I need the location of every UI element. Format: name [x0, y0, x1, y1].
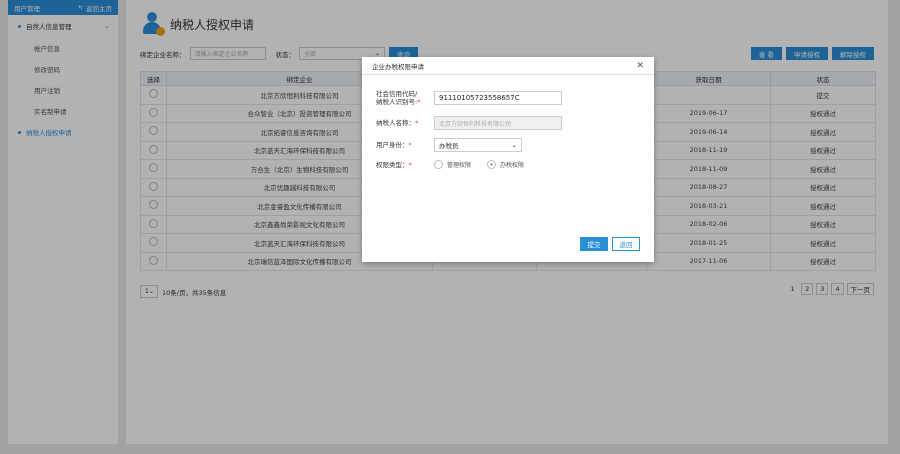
- submit-button[interactable]: 提交: [580, 237, 608, 251]
- dialog-header: 企业办税权限申请 ✕: [362, 57, 654, 75]
- perm-option-tax[interactable]: 办税权限: [487, 160, 524, 169]
- required-mark: *: [415, 119, 419, 127]
- perm-option-label: 管理权限: [447, 162, 472, 169]
- back-button[interactable]: 返回: [612, 237, 640, 251]
- required-mark: *: [408, 160, 412, 169]
- role-row: 用户身份：* 办税员 ⌄: [376, 138, 522, 152]
- tax-permission-dialog: 企业办税权限申请 ✕ 社会信用代码/ 纳税人识别号:* 911101057235…: [362, 57, 654, 262]
- required-mark: *: [408, 141, 412, 149]
- dialog-title: 企业办税权限申请: [372, 62, 424, 71]
- perm-label-text: 权限类型：: [376, 160, 409, 169]
- radio-selected-icon: [487, 160, 497, 169]
- role-label: 用户身份：*: [376, 141, 434, 149]
- role-select[interactable]: 办税员 ⌄: [434, 138, 522, 152]
- name-row: 纳税人名称：* 北京方欣恒利科技有限公司: [376, 116, 562, 130]
- perm-option-manage[interactable]: 管理权限: [434, 160, 471, 169]
- dialog-actions: 提交 返回: [580, 237, 640, 251]
- code-label-line2: 纳税人识别号:: [376, 98, 418, 106]
- code-label-line1: 社会信用代码/: [376, 90, 418, 98]
- permission-row: 权限类型：* 管理权限 办税权限: [376, 160, 540, 169]
- required-mark: *: [417, 98, 421, 106]
- name-label: 纳税人名称：*: [376, 119, 434, 127]
- code-label: 社会信用代码/ 纳税人识别号:*: [376, 90, 434, 106]
- credit-code-input[interactable]: 91110105723558657C: [434, 91, 562, 105]
- code-row: 社会信用代码/ 纳税人识别号:* 91110105723558657C: [376, 90, 562, 106]
- perm-option-label: 办税权限: [500, 162, 525, 169]
- radio-icon: [434, 160, 443, 169]
- close-icon[interactable]: ✕: [636, 61, 644, 71]
- role-label-text: 用户身份：: [376, 141, 409, 149]
- chevron-down-icon: ⌄: [511, 141, 517, 149]
- perm-label: 权限类型：*: [376, 161, 434, 169]
- taxpayer-name-input: 北京方欣恒利科技有限公司: [434, 116, 562, 130]
- name-label-text: 纳税人名称：: [376, 119, 415, 127]
- role-select-value: 办税员: [439, 142, 459, 150]
